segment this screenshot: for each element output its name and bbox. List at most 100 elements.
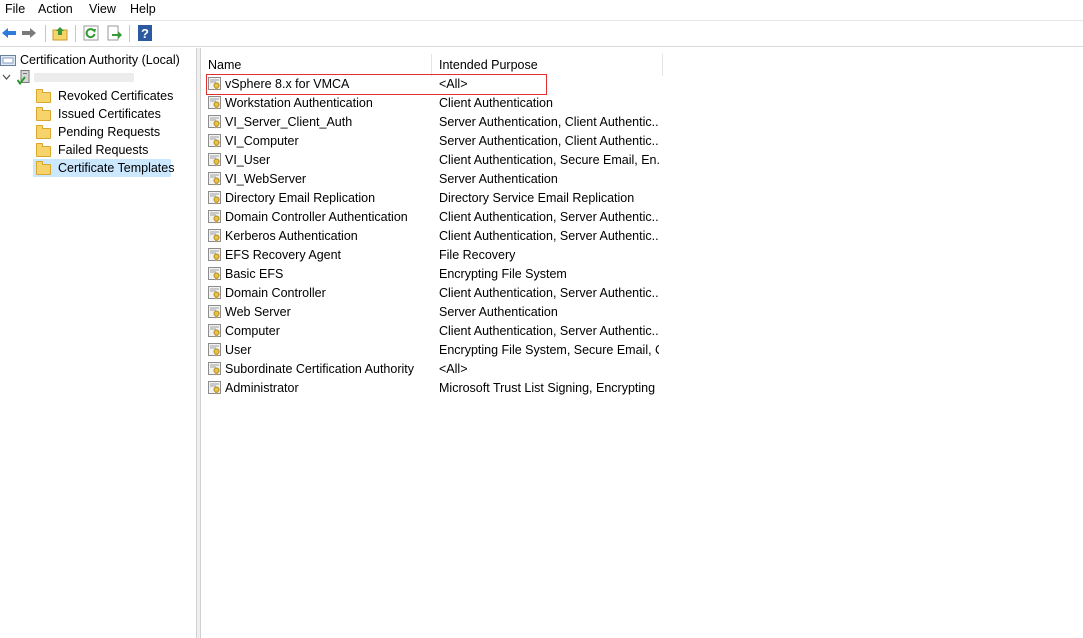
table-row[interactable]: VI_User Client Authentication, Secure Ema… [201,151,861,170]
refresh-icon[interactable] [83,25,99,41]
cell-intended-purpose: Client Authentication, Server Authentic.… [439,324,659,338]
up-folder-icon[interactable] [52,25,68,41]
help-glyph: ? [141,26,149,41]
table-row[interactable]: Computer Client Authentication, Server Au… [201,322,861,341]
forward-icon[interactable] [21,25,37,41]
cell-intended-purpose: Client Authentication, Server Authentic.… [439,210,659,224]
menu-help[interactable]: Help [130,2,156,16]
toolbar-separator [45,25,46,42]
cell-name: Domain Controller Authentication [225,210,408,224]
cell-name: Web Server [225,305,291,319]
back-icon[interactable] [1,25,17,41]
table-row[interactable]: Administrator Microsoft Trust List Signin… [201,379,861,398]
certificate-template-icon [208,153,221,167]
table-row[interactable]: User Encrypting File System, Secure Email… [201,341,861,360]
cell-name: VI_Computer [225,134,299,148]
tree-item-label: Revoked Certificates [58,89,174,103]
chevron-down-icon[interactable] [2,74,11,81]
export-list-icon[interactable] [106,25,122,41]
cell-intended-purpose: Client Authentication, Server Authentic.… [439,286,659,300]
table-row[interactable]: EFS Recovery Agent File Recovery [201,246,861,265]
cell-intended-purpose: Server Authentication, Client Authentic.… [439,134,659,148]
cell-name: VI_WebServer [225,172,307,186]
cell-intended-purpose: Microsoft Trust List Signing, Encrypting… [439,381,659,395]
menu-view[interactable]: View [89,2,116,16]
cell-name: Directory Email Replication [225,191,376,205]
cell-intended-purpose: Encrypting File System, Secure Email, Cl… [439,343,659,357]
table-row[interactable]: Subordinate Certification Authority <All> [201,360,861,379]
certificate-template-icon [208,343,221,357]
certificate-template-icon [208,191,221,205]
cell-name: Subordinate Certification Authority [225,362,414,376]
toolbar-separator [129,25,130,42]
certificate-template-icon [208,381,221,395]
cell-intended-purpose: Server Authentication [439,172,558,186]
menu-action[interactable]: Action [38,2,73,16]
certificate-template-icon [208,362,221,376]
menu-file[interactable]: File [5,2,25,16]
cell-intended-purpose: Client Authentication, Secure Email, En.… [439,153,659,167]
cell-name: Kerberos Authentication [225,229,358,243]
toolbar: ? [0,20,1083,47]
cell-intended-purpose: Client Authentication [439,96,553,110]
tree-item-certificate-templates[interactable]: Certificate Templates [33,159,175,177]
table-row[interactable]: Workstation Authentication Client Authent… [201,94,861,113]
ca-server-icon [17,70,30,86]
cell-intended-purpose: Server Authentication [439,305,558,319]
cell-name: VI_User [225,153,271,167]
tree-item-label: Failed Requests [58,143,149,157]
folder-icon [36,143,51,157]
certificate-template-icon [208,96,221,110]
table-row[interactable]: Domain Controller Authentication Client A… [201,208,861,227]
column-header-name[interactable]: Name [201,54,432,76]
certificate-template-icon [208,267,221,281]
highlight-box [206,74,547,95]
cell-name: User [225,343,252,357]
folder-icon [36,125,51,139]
certificate-template-icon [208,210,221,224]
certificate-template-icon [208,286,221,300]
table-row[interactable]: Web Server Server Authentication [201,303,861,322]
table-row[interactable]: VI_Server_Client_Auth Server Authenticati… [201,113,861,132]
certificate-template-icon [208,172,221,186]
cell-intended-purpose: Encrypting File System [439,267,567,281]
folder-icon [36,107,51,121]
certificate-template-icon [208,115,221,129]
cell-name: Basic EFS [225,267,284,281]
certificate-template-icon [208,229,221,243]
cell-intended-purpose: File Recovery [439,248,516,262]
folder-icon [36,89,51,103]
table-row[interactable]: Basic EFS Encrypting File System [201,265,861,284]
cell-name: VI_Server_Client_Auth [225,115,353,129]
console-tree: Certification Authority (Local) Revoked … [0,48,196,638]
table-row[interactable]: VI_Computer Server Authentication, Client… [201,132,861,151]
table-row[interactable]: Domain Controller Client Authentication, … [201,284,861,303]
column-header-intended-purpose[interactable]: Intended Purpose [432,54,663,76]
cell-name: Workstation Authentication [225,96,373,110]
cell-intended-purpose: <All> [439,362,468,376]
ca-console-icon [0,55,16,66]
certificate-template-icon [208,134,221,148]
folder-icon [36,161,51,175]
tree-item-label: Issued Certificates [58,107,161,121]
table-row[interactable]: VI_WebServer Server Authentication [201,170,861,189]
help-icon[interactable]: ? [137,25,153,41]
cell-name: Domain Controller [225,286,326,300]
cell-name: Administrator [225,381,299,395]
tree-item-label: Certificate Templates [58,161,175,175]
details-list: Name Intended Purpose vSphere 8.x for VM… [201,48,1083,638]
certificate-template-icon [208,305,221,319]
cell-intended-purpose: Client Authentication, Server Authentic.… [439,229,659,243]
redacted-ca-name [34,73,134,82]
menu-bar: File Action View Help [0,0,1083,19]
tree-root-label: Certification Authority (Local) [20,53,180,67]
certificate-template-icon [208,248,221,262]
cell-intended-purpose: Server Authentication, Client Authentic.… [439,115,659,129]
tree-item-label: Pending Requests [58,125,161,139]
certificate-template-icon [208,324,221,338]
cell-name: EFS Recovery Agent [225,248,342,262]
cell-intended-purpose: Directory Service Email Replication [439,191,635,205]
cell-name: Computer [225,324,280,338]
table-row[interactable]: Directory Email Replication Directory Ser… [201,189,861,208]
table-row[interactable]: Kerberos Authentication Client Authentica… [201,227,861,246]
